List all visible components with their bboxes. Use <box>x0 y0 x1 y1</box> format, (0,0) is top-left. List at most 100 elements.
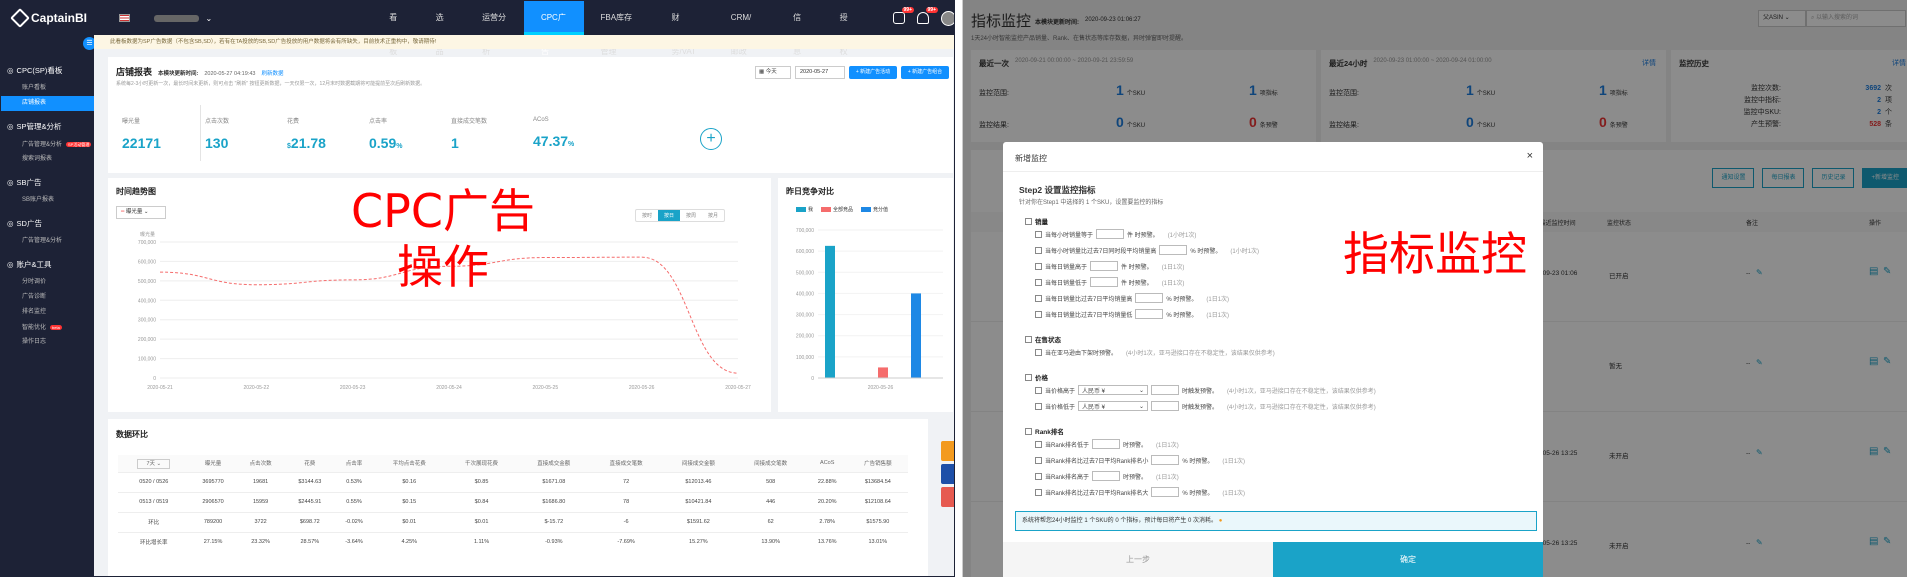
add-metric-button[interactable]: + <box>700 128 722 150</box>
sidebar-group-3[interactable]: ◎ SD广告 <box>1 214 94 234</box>
right-screenshot: 指标监控 本模块更新时间: 2020-09-23 01:06:27 1天24小时智… <box>962 0 1907 577</box>
step-title: Step2 设置监控指标 <box>1019 185 1096 195</box>
avatar[interactable] <box>941 10 954 26</box>
bell-icon[interactable]: 99+ <box>917 7 938 24</box>
calendar-icon: ▦ <box>759 69 766 75</box>
threshold-input[interactable] <box>1096 229 1125 239</box>
period-select[interactable]: 7天 ⌄ <box>137 459 171 470</box>
currency-select[interactable]: 人民币 ¥ ⌄ <box>1078 401 1149 411</box>
section-checkbox[interactable] <box>1025 373 1032 381</box>
rule-checkbox[interactable] <box>1035 310 1042 318</box>
rule-checkbox[interactable] <box>1035 348 1042 356</box>
rule-checkbox[interactable] <box>1035 440 1042 448</box>
y-tick: 500,000 <box>796 270 814 276</box>
sidebar-item-4-4[interactable]: 操作日志 <box>1 335 94 350</box>
beta-badge: beta <box>50 325 62 330</box>
x-tick: 2020-05-26 <box>868 385 894 391</box>
x-tick: 2020-05-23 <box>340 385 366 391</box>
nav-item-6[interactable]: CRM/邮政 <box>714 1 776 56</box>
rule-checkbox[interactable] <box>1035 294 1042 302</box>
prev-step-button[interactable]: 上一步 <box>1003 542 1273 577</box>
date-preset-select[interactable]: ▦ 今天 <box>755 66 791 79</box>
threshold-input[interactable] <box>1159 245 1188 255</box>
overlay-caption-left: CPC广告 操作 <box>351 184 535 294</box>
threshold-input[interactable] <box>1135 293 1164 303</box>
column-header: 直接成交金额 <box>517 455 590 472</box>
x-tick: 2020-05-25 <box>533 385 559 391</box>
rule-checkbox[interactable] <box>1035 456 1042 464</box>
table-cell: 3722 <box>236 511 285 532</box>
sidebar-item-4-2[interactable]: 排名监控 <box>1 305 94 320</box>
rule-checkbox[interactable] <box>1035 472 1042 480</box>
sidebar-item-0-1[interactable]: 店铺报表 <box>1 96 94 111</box>
sidebar-item-2-0[interactable]: SB账户报表 <box>1 193 94 208</box>
table-row: 环比增长率 27.15% 23.32% 28.57% -3.64% 4.25% 1.11% -… <box>118 531 908 552</box>
bookmark-icon[interactable] <box>941 441 954 461</box>
section-checkbox[interactable] <box>1025 427 1032 435</box>
refresh-link[interactable]: 刷新数据 <box>261 69 283 77</box>
table-cell: $1575.90 <box>847 511 908 532</box>
section-checkbox[interactable] <box>1025 335 1032 343</box>
nav-item-4[interactable]: FBA库存管理 <box>584 1 655 56</box>
marketplace-selector[interactable] <box>119 14 142 22</box>
table-cell: $-15.72 <box>517 511 590 532</box>
rule-checkbox[interactable] <box>1035 386 1042 394</box>
nav-item-1[interactable]: 选品 <box>419 1 465 56</box>
rule-checkbox[interactable] <box>1035 488 1042 496</box>
sidebar-group-1[interactable]: ◎ SP管理&分析 <box>1 117 94 137</box>
column-header: 间接成交笔数 <box>734 455 807 472</box>
nav-item-2[interactable]: 运营分析 <box>465 1 524 56</box>
nav-item-5[interactable]: 财务/VAT <box>654 1 713 56</box>
sidebar-item-3-0[interactable]: 广告管理&分析 <box>1 234 94 249</box>
sidebar-item-1-0[interactable]: 广告管理&分析 SP活动管理 <box>1 137 94 152</box>
bar-0[interactable] <box>825 245 835 378</box>
gift-box-icon[interactable] <box>941 487 954 507</box>
threshold-input[interactable] <box>1135 309 1164 319</box>
support-icon[interactable] <box>941 464 954 484</box>
sidebar-group-4[interactable]: ◎ 账户&工具 <box>1 255 94 275</box>
sidebar-item-1-1[interactable]: 搜索词报表 <box>1 152 94 167</box>
table-cell: 27.15% <box>189 531 237 552</box>
rule-checkbox[interactable] <box>1035 402 1042 410</box>
new-campaign-button[interactable]: + 新建广告活动 <box>849 66 897 79</box>
table-cell: $0.01 <box>373 511 446 532</box>
threshold-input[interactable] <box>1090 277 1119 287</box>
sidebar-item-4-0[interactable]: 分时调价 <box>1 275 94 290</box>
date-input[interactable]: 2020-05-27 <box>795 66 845 79</box>
new-portfolio-button[interactable]: + 新建广告组合 <box>901 66 949 79</box>
threshold-input[interactable] <box>1090 261 1119 271</box>
nav-item-3[interactable]: CPC广告 <box>523 1 584 56</box>
sidebar-group-2[interactable]: ◎ SB广告 <box>1 173 94 193</box>
column-header: 直接成交笔数 <box>589 455 663 472</box>
rule-checkbox[interactable] <box>1035 246 1042 254</box>
sidebar-group-0[interactable]: ◎ CPC(SP)看板 <box>1 61 94 81</box>
bar-2[interactable] <box>911 293 921 378</box>
threshold-input[interactable] <box>1092 439 1121 449</box>
rule-checkbox[interactable] <box>1035 230 1042 238</box>
table-cell: 28.57% <box>284 531 335 552</box>
bar-1[interactable] <box>878 367 888 378</box>
rule-checkbox[interactable] <box>1035 262 1042 270</box>
logo[interactable]: CaptainBI <box>1 8 87 28</box>
confirm-button[interactable]: 确定 <box>1273 542 1543 577</box>
nav-item-7[interactable]: 信息 <box>776 1 822 56</box>
y-tick: 600,000 <box>796 249 814 255</box>
table-cell: $3144.63 <box>284 471 335 492</box>
gift-icon[interactable]: 99+ <box>893 7 914 24</box>
sidebar-item-4-1[interactable]: 广告诊断 <box>1 290 94 305</box>
section-checkbox[interactable] <box>1025 217 1032 225</box>
threshold-input[interactable] <box>1151 455 1180 465</box>
sidebar-item-0-0[interactable]: 账户看板 <box>1 81 94 96</box>
rule-checkbox[interactable] <box>1035 278 1042 286</box>
threshold-input[interactable] <box>1151 401 1180 411</box>
threshold-input[interactable] <box>1151 385 1180 395</box>
nav-item-8[interactable]: 授权 <box>823 1 869 56</box>
y-tick: 700,000 <box>796 228 814 234</box>
close-icon[interactable]: × <box>1527 150 1533 162</box>
sidebar-item-4-3[interactable]: 智能优化 beta <box>1 320 94 335</box>
us-flag-icon <box>119 14 131 22</box>
nav-item-0[interactable]: 看板 <box>372 1 418 56</box>
currency-select[interactable]: 人民币 ¥ ⌄ <box>1078 385 1149 395</box>
threshold-input[interactable] <box>1151 487 1180 497</box>
threshold-input[interactable] <box>1092 471 1121 481</box>
